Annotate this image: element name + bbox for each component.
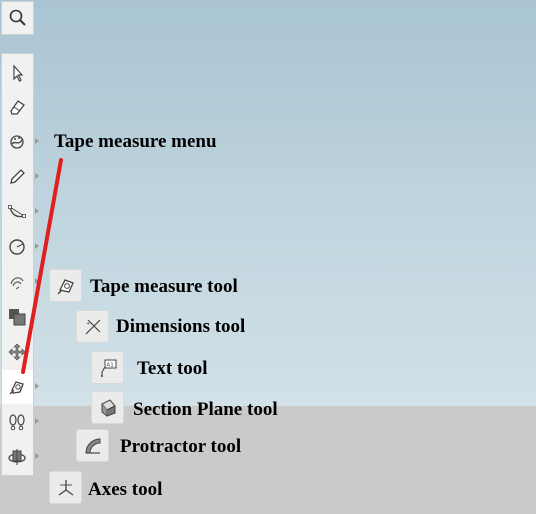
menu-protractor-button[interactable] [76, 429, 109, 462]
menu-tape-measure-button[interactable] [49, 269, 82, 302]
svg-text:A1: A1 [107, 363, 114, 369]
menu-text-button[interactable]: A1 [91, 351, 124, 384]
menu-tape-measure-label: Tape measure tool [90, 276, 238, 297]
dimensions-icon: + [85, 319, 101, 335]
protractor-icon [85, 438, 101, 454]
sketchup-viewport[interactable]: Tape measure menu Tape measure tool + Di… [0, 0, 536, 514]
pointer-stroke [21, 158, 63, 374]
tape-measure-icon [57, 279, 74, 295]
menu-axes-label: Axes tool [88, 479, 163, 500]
menu-protractor-label: Protractor tool [120, 436, 242, 457]
menu-section-plane-label: Section Plane tool [133, 399, 278, 420]
menu-section-plane-button[interactable] [91, 391, 124, 424]
text-icon: A1 [101, 359, 117, 377]
svg-text:+: + [86, 321, 90, 327]
menu-axes-button[interactable] [49, 471, 82, 504]
menu-dimensions-button[interactable]: + [76, 310, 109, 343]
menu-text-label: Text tool [137, 358, 208, 379]
section-plane-icon [101, 399, 116, 418]
menu-dimensions-label: Dimensions tool [116, 316, 246, 337]
tape-measure-menu-title: Tape measure menu [54, 131, 217, 152]
axes-icon [58, 480, 74, 496]
